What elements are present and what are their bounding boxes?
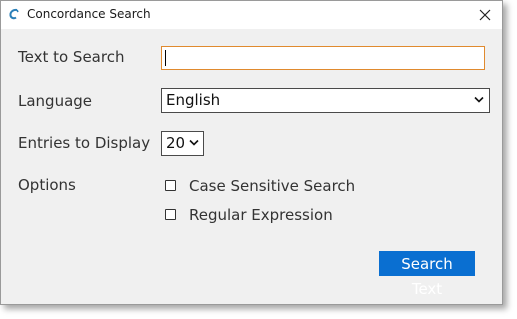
language-label: Language [18,92,93,110]
window-title: Concordance Search [27,7,151,21]
concordance-search-dialog: Concordance Search Text to Search Langua… [0,0,503,305]
regular-expression-checkbox[interactable] [165,209,176,220]
language-selected-value: English [166,91,221,109]
entries-selected-value: 20 [166,134,186,152]
entries-to-display-label: Entries to Display [18,134,151,152]
app-icon [9,8,19,20]
chevron-down-icon [474,96,484,103]
regular-expression-label[interactable]: Regular Expression [189,206,333,224]
case-sensitive-label[interactable]: Case Sensitive Search [189,177,355,195]
text-caret [165,50,166,66]
title-bar: Concordance Search [1,1,502,29]
text-to-search-input[interactable] [161,46,485,70]
chevron-down-icon [189,139,199,146]
language-select[interactable]: English [161,88,490,113]
options-label: Options [18,176,76,194]
entries-select[interactable]: 20 [161,131,204,156]
case-sensitive-checkbox[interactable] [165,180,176,191]
search-text-button[interactable]: Search Text [379,251,475,298]
close-icon[interactable] [471,3,499,27]
text-to-search-label: Text to Search [18,48,125,66]
